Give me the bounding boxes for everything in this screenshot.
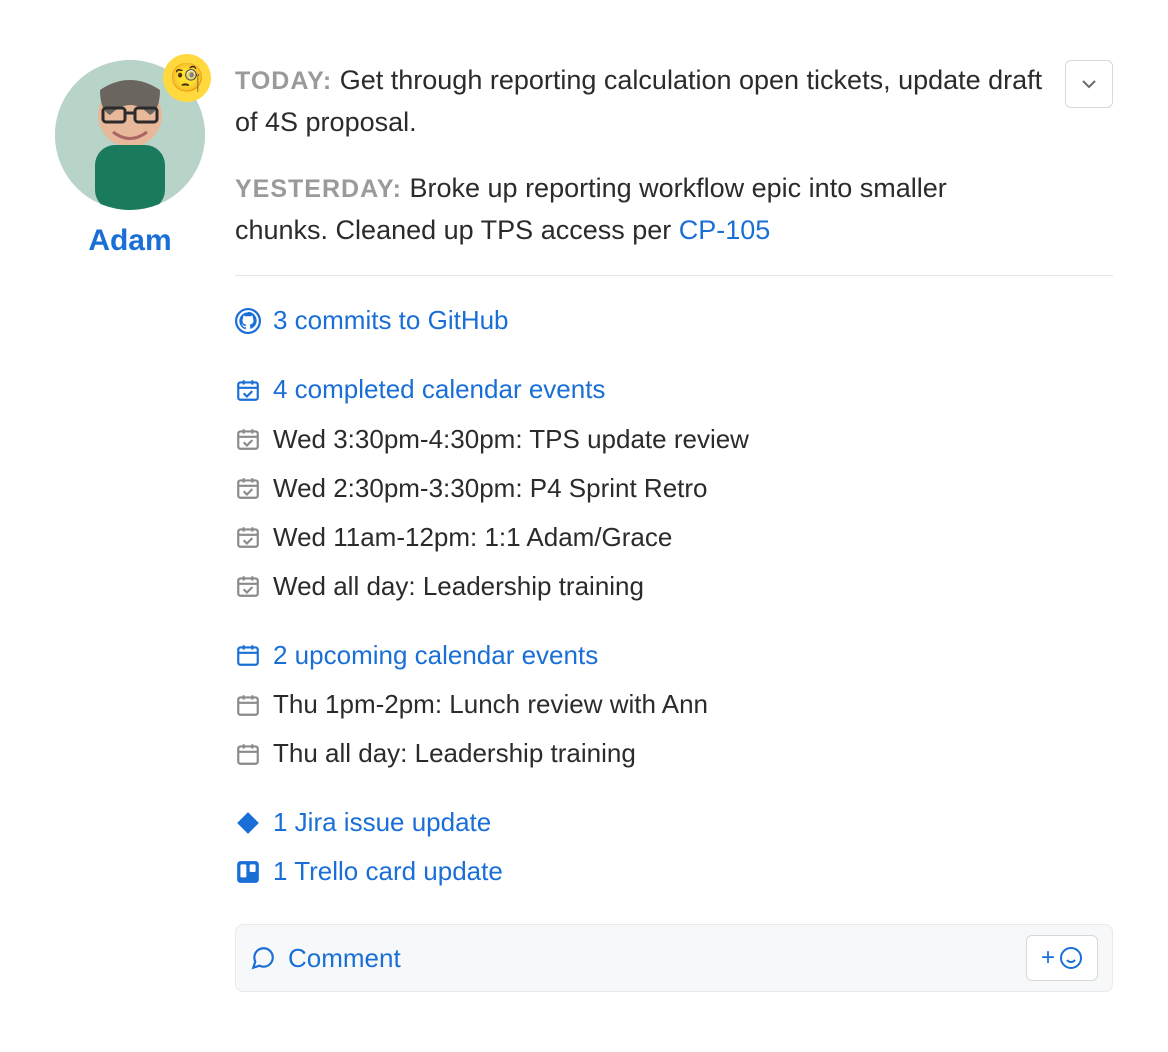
divider <box>235 275 1113 276</box>
completed-events-text: 4 completed calendar events <box>273 372 605 407</box>
chevron-down-icon <box>1081 76 1097 92</box>
upcoming-events-link[interactable]: 2 upcoming calendar events <box>235 631 1113 680</box>
comment-icon <box>250 945 276 971</box>
calendar-check-icon <box>235 377 261 403</box>
event-text: Thu all day: Leadership training <box>273 736 636 771</box>
event-text: Wed all day: Leadership training <box>273 569 644 604</box>
avatar-wrap: 🧐 <box>55 60 205 210</box>
calendar-icon <box>235 741 261 767</box>
more-menu-button[interactable] <box>1065 60 1113 108</box>
github-commits-link[interactable]: 3 commits to GitHub <box>235 296 1113 345</box>
trello-text: 1 Trello card update <box>273 854 503 889</box>
completed-events-link[interactable]: 4 completed calendar events <box>235 365 1113 414</box>
completed-event-item: Wed 11am-12pm: 1:1 Adam/Grace <box>235 513 1113 562</box>
calendar-check-icon <box>235 475 261 501</box>
ticket-link[interactable]: CP-105 <box>679 215 771 245</box>
comment-label: Comment <box>288 943 401 974</box>
upcoming-event-item: Thu 1pm-2pm: Lunch review with Ann <box>235 680 1113 729</box>
smile-icon <box>1059 946 1083 970</box>
event-text: Wed 11am-12pm: 1:1 Adam/Grace <box>273 520 672 555</box>
completed-events-section: 4 completed calendar events Wed 3:30pm-4… <box>235 365 1113 610</box>
completed-event-item: Wed all day: Leadership training <box>235 562 1113 611</box>
event-text: Thu 1pm-2pm: Lunch review with Ann <box>273 687 708 722</box>
yesterday-update: YESTERDAY: Broke up reporting workflow e… <box>235 168 1043 252</box>
user-column: 🧐 Adam <box>55 60 205 992</box>
upcoming-events-text: 2 upcoming calendar events <box>273 638 598 673</box>
calendar-check-icon <box>235 524 261 550</box>
status-emoji-badge[interactable]: 🧐 <box>163 54 211 102</box>
github-commits-text: 3 commits to GitHub <box>273 303 509 338</box>
trello-updates-link[interactable]: 1 Trello card update <box>235 847 1113 896</box>
add-reaction-button[interactable]: + <box>1026 935 1098 981</box>
comment-bar: Comment + <box>235 924 1113 992</box>
jira-text: 1 Jira issue update <box>273 805 491 840</box>
comment-button[interactable]: Comment <box>250 943 1016 974</box>
event-text: Wed 2:30pm-3:30pm: P4 Sprint Retro <box>273 471 708 506</box>
completed-event-item: Wed 2:30pm-3:30pm: P4 Sprint Retro <box>235 464 1113 513</box>
calendar-icon <box>235 642 261 668</box>
status-updates: TODAY: Get through reporting calculation… <box>235 60 1113 251</box>
calendar-icon <box>235 692 261 718</box>
calendar-check-icon <box>235 573 261 599</box>
today-text: Get through reporting calculation open t… <box>235 65 1042 137</box>
github-section: 3 commits to GitHub <box>235 296 1113 345</box>
integrations-section: 1 Jira issue update 1 Trello card update <box>235 798 1113 896</box>
plus-text: + <box>1041 944 1055 972</box>
calendar-check-icon <box>235 426 261 452</box>
today-label: TODAY: <box>235 67 332 95</box>
completed-event-item: Wed 3:30pm-4:30pm: TPS update review <box>235 415 1113 464</box>
event-text: Wed 3:30pm-4:30pm: TPS update review <box>273 422 749 457</box>
user-name[interactable]: Adam <box>55 224 205 258</box>
trello-icon <box>235 859 261 885</box>
content-column: TODAY: Get through reporting calculation… <box>235 60 1113 992</box>
upcoming-event-item: Thu all day: Leadership training <box>235 729 1113 778</box>
jira-updates-link[interactable]: 1 Jira issue update <box>235 798 1113 847</box>
github-icon <box>235 308 261 334</box>
jira-icon <box>235 810 261 836</box>
today-update: TODAY: Get through reporting calculation… <box>235 60 1043 144</box>
yesterday-label: YESTERDAY: <box>235 175 402 203</box>
upcoming-events-section: 2 upcoming calendar events Thu 1pm-2pm: … <box>235 631 1113 778</box>
